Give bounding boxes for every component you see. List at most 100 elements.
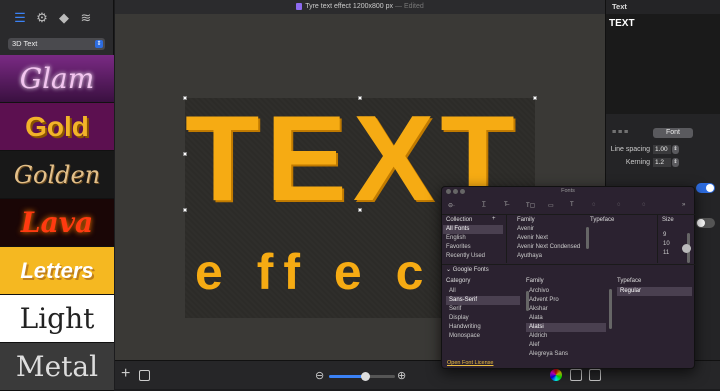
category-header: Category [446, 278, 471, 284]
shadow-offset-icon[interactable]: ◌ [642, 202, 646, 208]
collection-item[interactable]: Recently Used [443, 252, 503, 261]
more-icon[interactable]: » [682, 202, 685, 208]
shadow-blur-icon[interactable]: ◌ [617, 202, 621, 208]
size-item[interactable]: 9 [660, 231, 674, 240]
zoom-slider-knob[interactable] [361, 372, 371, 381]
collection-item[interactable]: All Fonts [443, 225, 503, 234]
document-icon [296, 2, 303, 10]
size-item[interactable]: 11 [660, 249, 674, 258]
family-item[interactable]: Avenir Next Condensed [514, 243, 584, 252]
export-icon[interactable] [589, 369, 601, 381]
selection-handle[interactable] [183, 152, 187, 156]
effect-toggle[interactable] [696, 183, 715, 193]
kerning-stepper[interactable]: ⇕ [672, 158, 679, 167]
underline-icon[interactable]: T̲ [482, 202, 486, 208]
collection-header: Collection [446, 217, 473, 223]
google-family-scrollbar[interactable] [609, 289, 612, 329]
shadow-opacity-icon[interactable]: ◌ [592, 202, 596, 208]
open-font-license-link[interactable]: Open Font License [447, 360, 493, 366]
zoom-in-icon[interactable]: ⊕ [397, 369, 406, 382]
text-input[interactable]: TEXT [606, 14, 720, 114]
preset-lava[interactable]: Lava [0, 199, 114, 247]
size-item[interactable]: 10 [660, 240, 674, 249]
preset-glam[interactable]: Glam [0, 55, 114, 103]
zoom-out-icon[interactable]: ⊖ [315, 369, 324, 382]
category-item[interactable]: Display [446, 314, 520, 323]
google-family-item[interactable]: Archivo [526, 287, 606, 296]
size-slider-knob[interactable] [682, 244, 691, 253]
preset-gold[interactable]: Gold [0, 103, 114, 151]
shapes-icon[interactable]: ◆ [57, 10, 71, 25]
family-item[interactable]: Avenir Next [514, 234, 584, 243]
category-item[interactable]: All [446, 287, 520, 296]
window-title: Tyre text effect 1200x800 px [305, 3, 394, 10]
preset-list: Glam Gold Golden Lava Letters Light Meta… [0, 55, 114, 391]
text-color-icon[interactable]: T▢ [526, 202, 535, 209]
document-color-icon[interactable]: ▭ [548, 202, 554, 209]
family-scrollbar[interactable] [586, 227, 589, 249]
line-spacing-field[interactable]: 1.00 [653, 145, 671, 154]
line-spacing-label: Line spacing [610, 146, 650, 153]
shadow-icon[interactable]: T [570, 202, 574, 208]
add-collection-button[interactable]: + [492, 216, 496, 222]
google-family-item[interactable]: Alatsi [526, 323, 606, 332]
family-item[interactable]: Ayuthaya [514, 252, 584, 261]
chevron-updown-icon: ⇕ [95, 40, 103, 48]
minimize-icon[interactable] [453, 189, 458, 194]
text-align-icons[interactable]: ≡ ≡ ≡ [612, 129, 628, 136]
typeface-item[interactable]: Regular [617, 287, 692, 296]
selection-handle[interactable] [358, 208, 362, 212]
google-family-item[interactable]: Alegreya Sans [526, 350, 606, 359]
typeface-header: Typeface [590, 217, 615, 223]
window-status: Edited [403, 3, 424, 10]
family-item[interactable]: Avenir [514, 225, 584, 234]
effect-toggle-off[interactable] [696, 218, 715, 228]
sub-text-layer[interactable]: e ff e c [195, 242, 433, 302]
category-item[interactable]: Sans-Serif [446, 296, 520, 305]
selection-handle[interactable] [533, 96, 537, 100]
google-fonts-label: ⌄ Google Fonts [446, 267, 489, 273]
category-item[interactable]: Serif [446, 305, 520, 314]
google-family-item[interactable]: Aldrich [526, 332, 606, 341]
zoom-window-icon[interactable] [460, 189, 465, 194]
preset-letters[interactable]: Letters [0, 247, 114, 295]
selection-handle[interactable] [358, 96, 362, 100]
preset-category-select[interactable]: 3D Text ⇕ [8, 38, 105, 50]
line-spacing-stepper[interactable]: ⇕ [672, 145, 679, 154]
kerning-label: Kerning [625, 159, 650, 166]
selection-handle[interactable] [183, 96, 187, 100]
kerning-field[interactable]: 1.2 [653, 158, 671, 167]
effects-icon[interactable] [570, 369, 582, 381]
preset-golden[interactable]: Golden [0, 151, 114, 199]
google-family-item[interactable]: Advent Pro [526, 296, 606, 305]
zoom-slider[interactable] [329, 372, 395, 381]
selection-handle[interactable] [183, 208, 187, 212]
size-header: Size [662, 217, 674, 223]
layers-icon[interactable]: ≋ [79, 10, 93, 25]
close-icon[interactable] [446, 189, 451, 194]
strikethrough-icon[interactable]: T̶ [504, 202, 508, 208]
collection-item[interactable]: Favorites [443, 243, 503, 252]
category-item[interactable]: Monospace [446, 332, 520, 341]
action-icon[interactable]: ⊖· [448, 202, 455, 209]
font-button[interactable]: Font [653, 128, 693, 138]
collection-item[interactable]: English [443, 234, 503, 243]
preset-metal[interactable]: Metal [0, 343, 114, 391]
google-family-header: Family [526, 278, 544, 284]
layers-panel-icon[interactable] [139, 370, 150, 381]
category-item[interactable]: Handwriting [446, 323, 520, 332]
preset-light[interactable]: Light [0, 295, 114, 343]
color-wheel-icon[interactable] [550, 369, 562, 381]
adjust-icon[interactable]: ⚙ [35, 10, 49, 25]
google-family-item[interactable]: Alef [526, 341, 606, 350]
google-typeface-header: Typeface [617, 278, 642, 284]
zoom-slider-fill [329, 375, 366, 378]
google-family-item[interactable]: Alata [526, 314, 606, 323]
presets-sidebar: ☰ ⚙ ◆ ≋ 3D Text ⇕ Glam Gold Golden Lava … [0, 0, 114, 391]
google-family-item[interactable]: Akshar [526, 305, 606, 314]
add-layer-button[interactable]: + [121, 365, 130, 383]
fonts-panel: Fonts ⊖· T̲ T̶ T▢ ▭ T ◌ ◌ ◌ » Collection… [441, 186, 696, 369]
google-fonts-text: Google Fonts [452, 267, 489, 273]
preset-category-label: 3D Text [12, 39, 38, 48]
presets-icon[interactable]: ☰ [13, 10, 27, 25]
